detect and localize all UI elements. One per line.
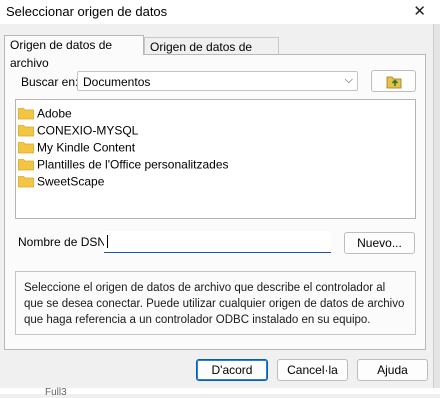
file-name: Adobe (37, 106, 72, 121)
cancel-button[interactable]: Cancel·la (277, 359, 348, 381)
file-name: SweetScape (37, 174, 105, 189)
folder-icon (18, 159, 34, 171)
background-window-edge (433, 24, 440, 394)
window-title: Seleccionar origen de datos (6, 4, 168, 19)
new-button[interactable]: Nuevo... (344, 232, 415, 254)
folder-icon (18, 176, 34, 188)
file-name: Plantilles de l'Office personalitzades (37, 157, 229, 172)
dsn-name-input[interactable] (104, 231, 331, 253)
look-in-label: Buscar en: (21, 75, 79, 89)
list-item[interactable]: My Kindle Content (18, 139, 135, 156)
look-in-combobox[interactable]: Documentos ⌵ (77, 71, 358, 91)
list-item[interactable]: Adobe (18, 105, 72, 122)
text-caret (107, 235, 108, 248)
close-icon[interactable]: ✕ (413, 2, 426, 20)
chevron-down-icon[interactable]: ⌵ (345, 74, 353, 87)
folder-up-icon (386, 76, 402, 89)
tab-file-data-source[interactable]: Origen de datos de archivo (4, 35, 144, 70)
list-item[interactable]: SweetScape (18, 173, 104, 190)
description-text: Seleccione el origen de datos de archivo… (15, 271, 416, 335)
file-list[interactable]: Adobe CONEXIO-MYSQL My Kindle Content Pl… (15, 99, 416, 219)
title-bar: Seleccionar origen de datos ✕ (0, 0, 440, 24)
folder-up-button[interactable] (371, 70, 416, 92)
folder-icon (18, 142, 34, 154)
folder-icon (18, 125, 34, 137)
file-name: My Kindle Content (37, 140, 136, 155)
list-item[interactable]: Plantilles de l'Office personalitzades (18, 156, 229, 173)
dsn-label: Nombre de DSN: (18, 235, 110, 249)
ok-button[interactable]: D'acord (196, 359, 268, 381)
file-name: CONEXIO-MYSQL (37, 123, 139, 138)
folder-icon (18, 108, 34, 120)
look-in-value: Documentos (83, 75, 151, 89)
help-button[interactable]: Ajuda (357, 359, 428, 381)
list-item[interactable]: CONEXIO-MYSQL (18, 122, 138, 139)
tab-machine-data-source[interactable]: Origen de datos de equipo (144, 37, 279, 72)
background-sheet-tab: Full3 (45, 387, 67, 398)
